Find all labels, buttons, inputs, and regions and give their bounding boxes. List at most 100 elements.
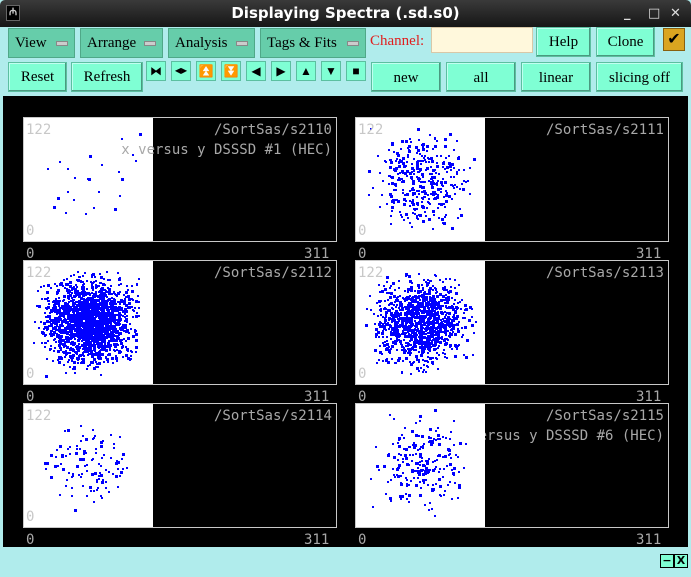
arrange-menu[interactable]: Arrange <box>80 28 163 58</box>
data-point <box>411 470 415 474</box>
slicing-button[interactable]: slicing off <box>596 62 683 92</box>
data-point <box>85 323 88 326</box>
data-point <box>397 154 401 158</box>
spectrum-name: /SortSas/s2111 <box>545 122 664 138</box>
data-point <box>408 221 411 224</box>
data-point <box>441 221 444 224</box>
data-point <box>395 160 398 163</box>
data-point <box>45 291 49 295</box>
spectrum-panel[interactable]: /SortSas/s2111 122 0 <box>355 117 669 242</box>
data-point <box>396 458 399 461</box>
shrink-horizontal-icon[interactable]: ◀▶ <box>171 61 191 81</box>
data-point <box>104 283 107 286</box>
data-point <box>407 321 410 324</box>
data-point <box>402 171 405 174</box>
scroll-up-icon[interactable]: ▲ <box>296 61 316 81</box>
data-point <box>73 366 76 369</box>
data-point <box>114 302 117 305</box>
data-point <box>74 301 77 304</box>
data-point <box>391 332 395 336</box>
data-point <box>69 334 72 337</box>
scroll-down-icon[interactable]: ▼ <box>321 61 341 81</box>
data-point <box>391 442 394 445</box>
scroll-right-icon[interactable]: ▶ <box>271 61 291 81</box>
data-point <box>469 167 472 169</box>
tags-fits-menu[interactable]: Tags & Fits <box>260 28 366 58</box>
data-point <box>63 430 66 433</box>
expand-horizontal-icon[interactable]: ⧓ <box>146 61 166 81</box>
data-point <box>449 168 452 171</box>
new-button[interactable]: new <box>371 62 441 92</box>
minimize-panel-button[interactable]: − <box>660 554 674 568</box>
maximize-window-button[interactable]: □ <box>648 0 660 27</box>
data-point <box>390 285 393 288</box>
data-point <box>397 453 400 456</box>
data-point <box>443 327 446 330</box>
help-button[interactable]: Help <box>536 27 591 57</box>
data-point <box>397 338 400 341</box>
data-point <box>61 312 64 315</box>
data-point <box>390 293 393 296</box>
data-point <box>426 306 429 309</box>
linear-button[interactable]: linear <box>521 62 591 92</box>
data-point <box>88 348 91 351</box>
data-point <box>421 143 424 146</box>
shrink-vertical-icon[interactable]: ⏬ <box>221 61 241 81</box>
analysis-menu[interactable]: Analysis <box>168 28 255 58</box>
data-point <box>390 358 393 361</box>
data-point <box>428 134 431 137</box>
full-view-icon[interactable]: ■ <box>346 61 366 81</box>
spectrum-panel[interactable]: /SortSas/s2114 122 0 <box>23 403 337 528</box>
data-point <box>442 281 445 284</box>
data-point <box>49 453 53 457</box>
expand-vertical-icon[interactable]: ⏫ <box>196 61 216 81</box>
data-point <box>75 452 79 456</box>
data-point <box>49 344 52 347</box>
data-point <box>112 348 115 351</box>
data-point <box>111 356 115 360</box>
channel-input[interactable] <box>431 27 533 53</box>
view-menu[interactable]: View <box>8 28 75 58</box>
data-point <box>445 171 448 174</box>
data-point <box>378 284 381 287</box>
all-button[interactable]: all <box>446 62 516 92</box>
data-point <box>95 280 98 283</box>
minimize-window-button[interactable]: _ <box>624 0 631 27</box>
data-point <box>427 160 430 163</box>
close-panel-button[interactable]: X <box>674 554 688 568</box>
spectrum-panel[interactable]: /SortSas/s2115 x versus y DSSSD #6 (HEC) <box>355 403 669 528</box>
data-point <box>80 317 83 320</box>
data-point <box>65 330 68 333</box>
clone-button[interactable]: Clone <box>596 27 655 57</box>
data-point <box>465 307 469 311</box>
spectrum-panel[interactable]: /SortSas/s2113 122 0 <box>355 260 669 385</box>
data-point <box>423 503 426 506</box>
data-point <box>440 183 443 186</box>
data-point <box>423 210 426 213</box>
spectrum-panel[interactable]: /SortSas/s2112 122 0 <box>23 260 337 385</box>
y-axis-max: 122 <box>26 122 52 138</box>
data-point <box>430 346 433 349</box>
data-point <box>422 363 425 366</box>
data-point <box>427 180 430 183</box>
x-axis-max: 311 <box>636 532 662 548</box>
data-point <box>472 332 475 335</box>
data-point <box>382 284 385 287</box>
data-point <box>432 197 435 200</box>
scroll-left-icon[interactable]: ◀ <box>246 61 266 81</box>
data-point <box>437 368 440 371</box>
refresh-button[interactable]: Refresh <box>71 62 143 92</box>
data-point <box>421 444 424 447</box>
data-point <box>434 176 437 179</box>
data-point <box>50 330 53 333</box>
data-point <box>443 205 446 208</box>
close-window-button[interactable]: ✕ <box>670 0 681 27</box>
data-point <box>437 329 440 332</box>
checkbox[interactable]: ✔ <box>663 28 685 51</box>
data-point <box>439 292 443 296</box>
data-point <box>448 165 452 169</box>
reset-button[interactable]: Reset <box>8 62 67 92</box>
spectrum-panel[interactable]: /SortSas/s2110 x versus y DSSSD #1 (HEC) 1… <box>23 117 337 242</box>
spectrum-canvas[interactable]: /SortSas/s2110 x versus y DSSSD #1 (HEC) 1… <box>3 96 688 548</box>
data-point <box>137 306 140 309</box>
